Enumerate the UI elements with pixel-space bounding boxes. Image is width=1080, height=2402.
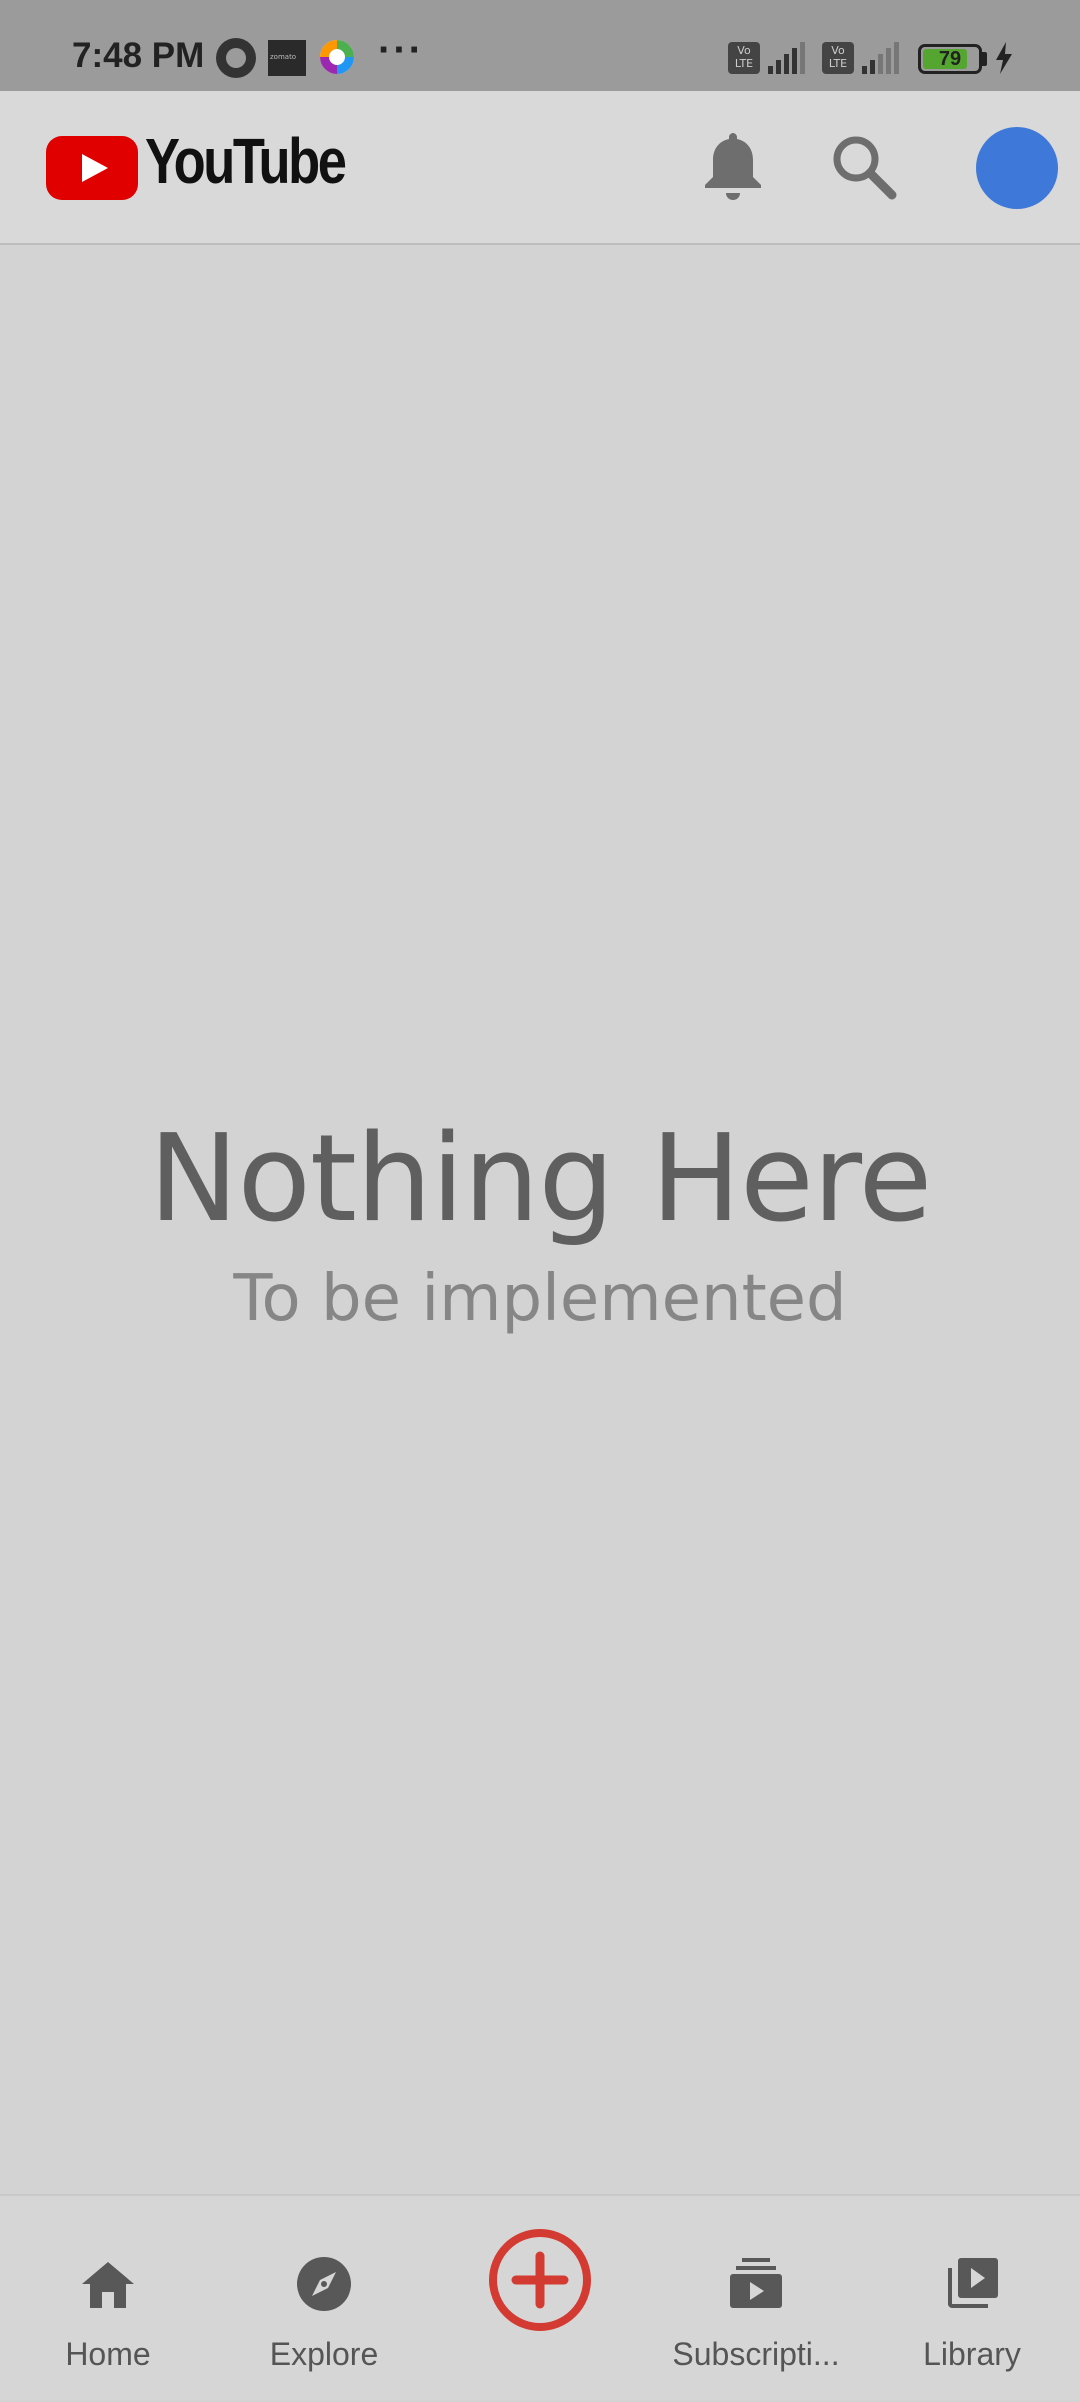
battery-icon: 79 — [918, 44, 982, 74]
nav-label-explore: Explore — [269, 2336, 379, 2372]
signal-icon-2 — [862, 42, 899, 74]
nav-label-subscriptions: Subscripti... — [672, 2336, 840, 2372]
status-time: 7:48 PM — [72, 36, 205, 75]
empty-state-subtitle: To be implemented — [233, 1262, 847, 1336]
status-bar: 7:48 PM zomato ··· Vo LTE Vo LTE 79 — [0, 0, 1080, 91]
volte-icon: Vo LTE — [728, 42, 760, 74]
volte-icon-2: Vo LTE — [822, 42, 854, 74]
nav-label-library: Library — [923, 2336, 1021, 2372]
bottom-navigation: Home Explore Subscripti... Library — [0, 2194, 1080, 2400]
youtube-logo-icon[interactable] — [46, 136, 138, 200]
subscriptions-icon — [730, 2258, 782, 2308]
youtube-logo-text[interactable]: YouTube — [145, 124, 347, 198]
nav-item-subscriptions[interactable]: Subscripti... — [648, 2196, 864, 2402]
top-app-bar: YouTube — [0, 91, 1080, 245]
whatsapp-icon — [216, 38, 256, 78]
home-icon — [82, 2262, 134, 2308]
charging-icon — [996, 42, 1012, 74]
library-icon — [948, 2258, 998, 2308]
signal-icon — [768, 42, 805, 74]
nav-item-library[interactable]: Library — [864, 2196, 1080, 2402]
nav-item-home[interactable]: Home — [0, 2196, 216, 2402]
empty-state-title: Nothing Here — [148, 1110, 933, 1249]
notifications-bell-icon[interactable] — [700, 127, 766, 205]
battery-level: 79 — [938, 48, 962, 70]
battery-tip — [982, 52, 987, 66]
compass-icon — [297, 2257, 351, 2311]
zomato-icon: zomato — [268, 40, 306, 76]
add-circle-icon[interactable] — [486, 2226, 594, 2334]
search-icon[interactable] — [828, 131, 900, 203]
nav-item-explore[interactable]: Explore — [216, 2196, 432, 2402]
nav-label-home: Home — [65, 2336, 151, 2372]
lens-icon — [320, 40, 354, 74]
more-dots-icon: ··· — [378, 28, 424, 72]
account-avatar[interactable] — [976, 127, 1058, 209]
